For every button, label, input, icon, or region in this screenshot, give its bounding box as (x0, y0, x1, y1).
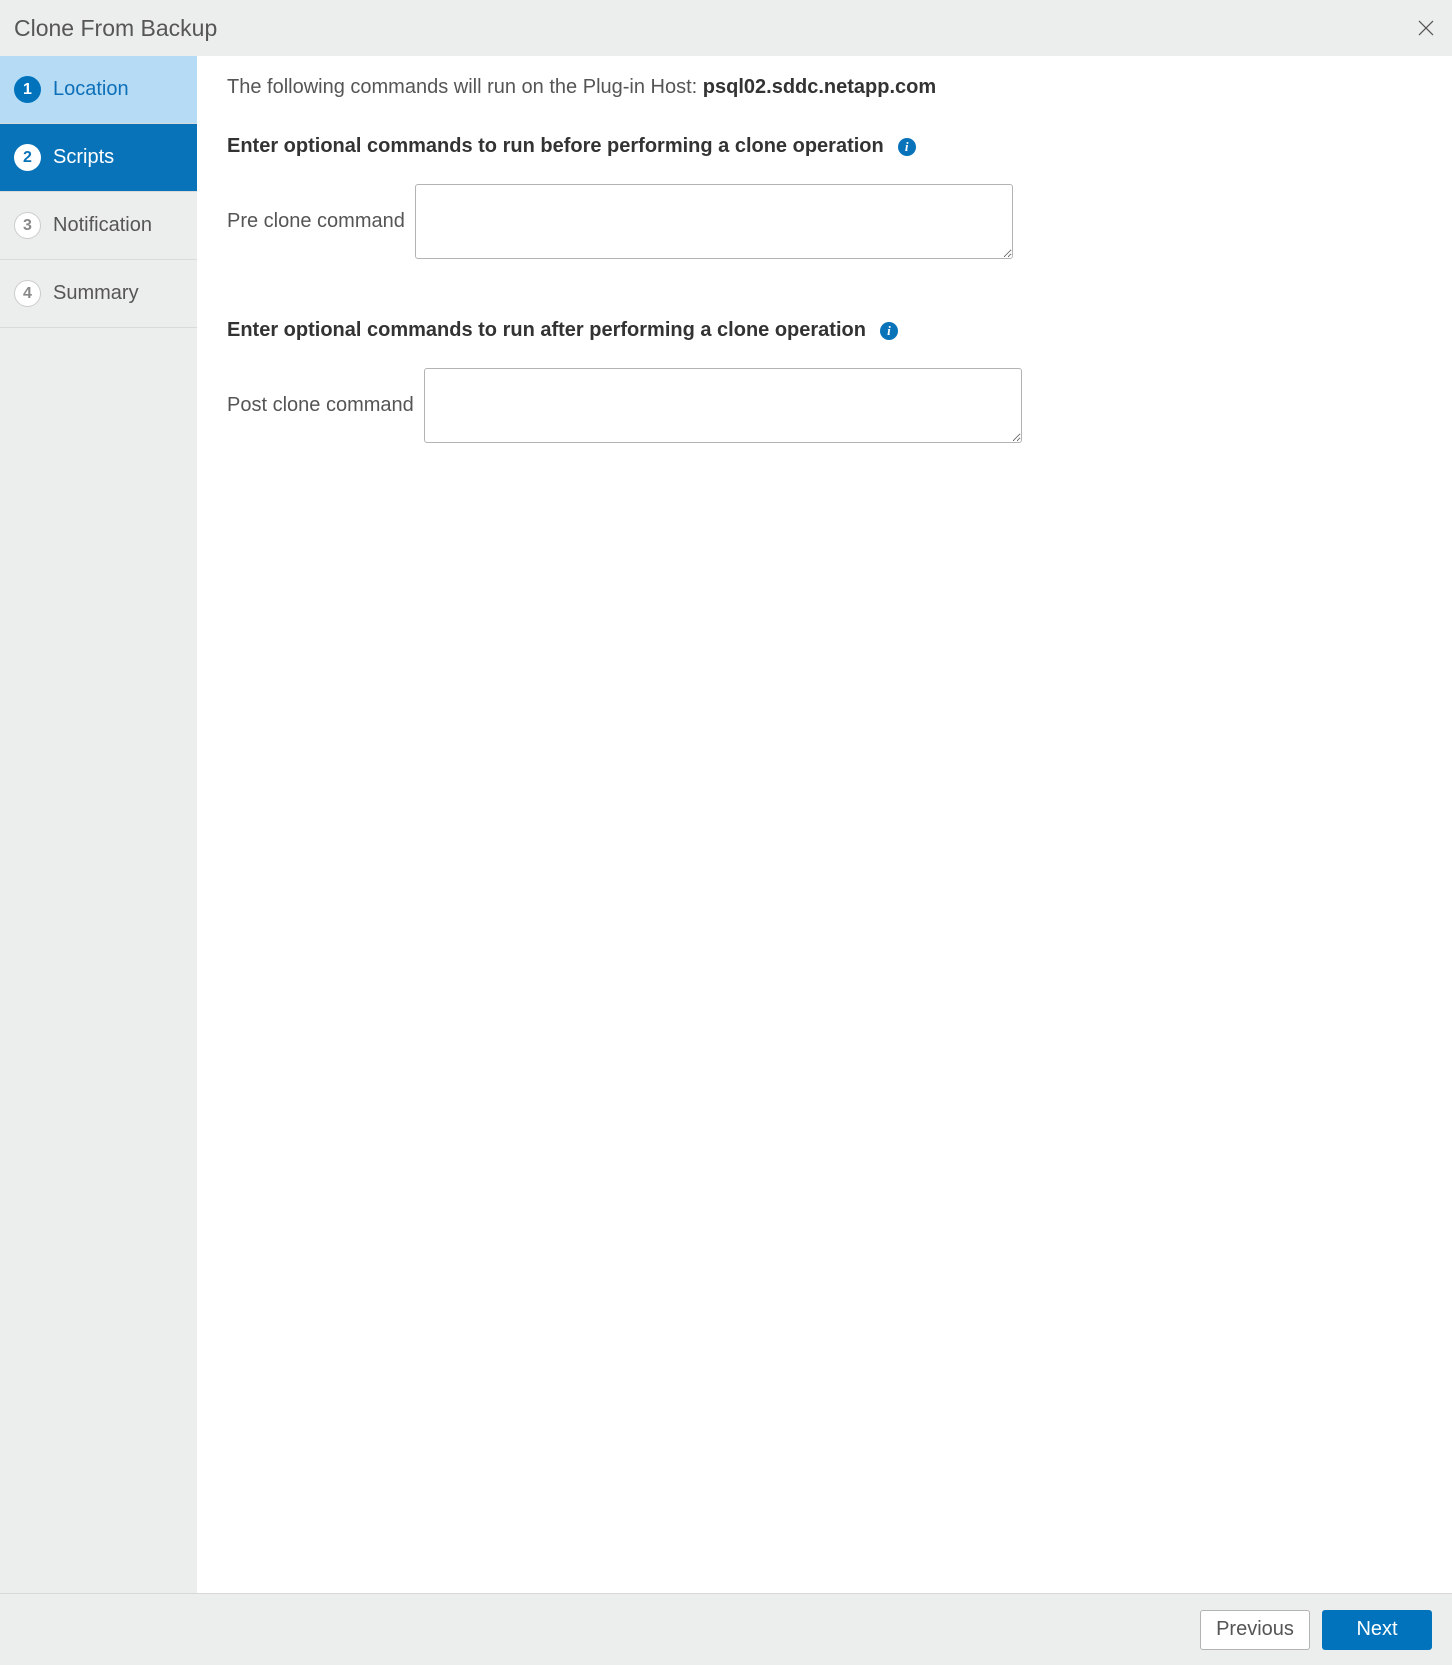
wizard-steps-sidebar: 1 Location 2 Scripts 3 Notification 4 Su… (0, 56, 197, 1593)
step-number-badge: 3 (14, 212, 41, 239)
wizard-step-location[interactable]: 1 Location (0, 56, 197, 124)
close-button[interactable] (1414, 16, 1438, 40)
wizard-footer: Previous Next (0, 1593, 1452, 1665)
info-icon[interactable]: i (880, 322, 898, 340)
step-number-badge: 1 (14, 76, 41, 103)
pre-clone-command-label: Pre clone command (227, 210, 405, 233)
pre-clone-command-input[interactable] (415, 184, 1013, 259)
step-number-badge: 4 (14, 280, 41, 307)
previous-button[interactable]: Previous (1200, 1610, 1310, 1650)
post-clone-command-input[interactable] (424, 368, 1022, 443)
post-clone-heading-text: Enter optional commands to run after per… (227, 319, 866, 342)
wizard-step-notification: 3 Notification (0, 192, 197, 260)
close-icon (1416, 18, 1436, 38)
step-label: Notification (53, 214, 152, 237)
plugin-host-description: The following commands will run on the P… (227, 76, 1422, 99)
post-clone-command-label: Post clone command (227, 394, 414, 417)
wizard-step-summary: 4 Summary (0, 260, 197, 328)
pre-clone-heading-text: Enter optional commands to run before pe… (227, 135, 884, 158)
plugin-host-prefix: The following commands will run on the P… (227, 76, 703, 98)
plugin-host-name: psql02.sddc.netapp.com (703, 76, 936, 98)
step-number-badge: 2 (14, 144, 41, 171)
wizard-step-scripts[interactable]: 2 Scripts (0, 124, 197, 192)
pre-clone-heading: Enter optional commands to run before pe… (227, 135, 1422, 158)
wizard-content-panel: The following commands will run on the P… (197, 56, 1452, 1593)
step-label: Location (53, 78, 129, 101)
step-label: Summary (53, 282, 139, 305)
next-button[interactable]: Next (1322, 1610, 1432, 1650)
dialog-header: Clone From Backup (0, 0, 1452, 56)
post-clone-heading: Enter optional commands to run after per… (227, 319, 1422, 342)
dialog-title: Clone From Backup (14, 15, 217, 42)
step-label: Scripts (53, 146, 114, 169)
info-icon[interactable]: i (898, 138, 916, 156)
